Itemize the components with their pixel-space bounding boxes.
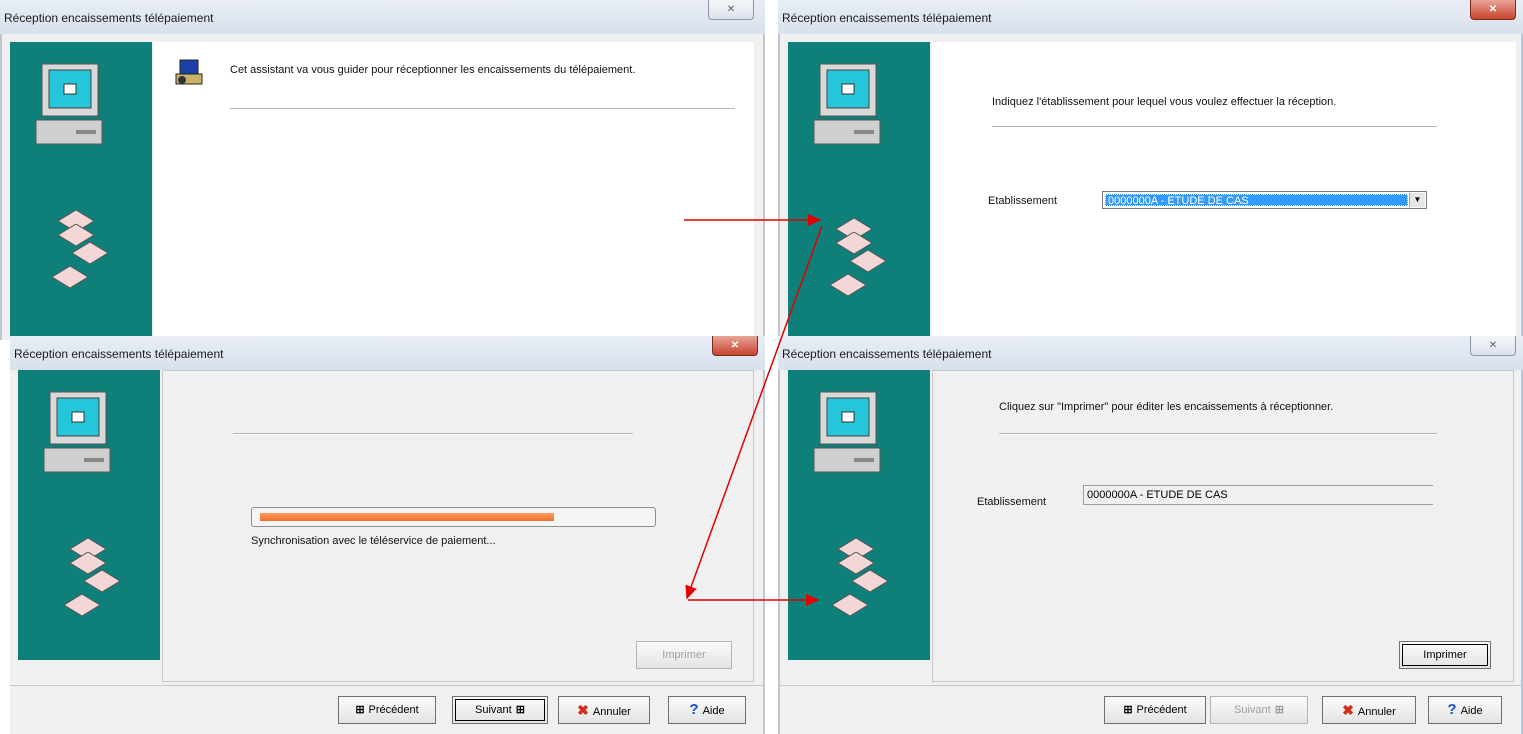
flow-arrows-overlay bbox=[684, 214, 823, 606]
flow-arrow-step2-to-step3 bbox=[685, 225, 823, 600]
